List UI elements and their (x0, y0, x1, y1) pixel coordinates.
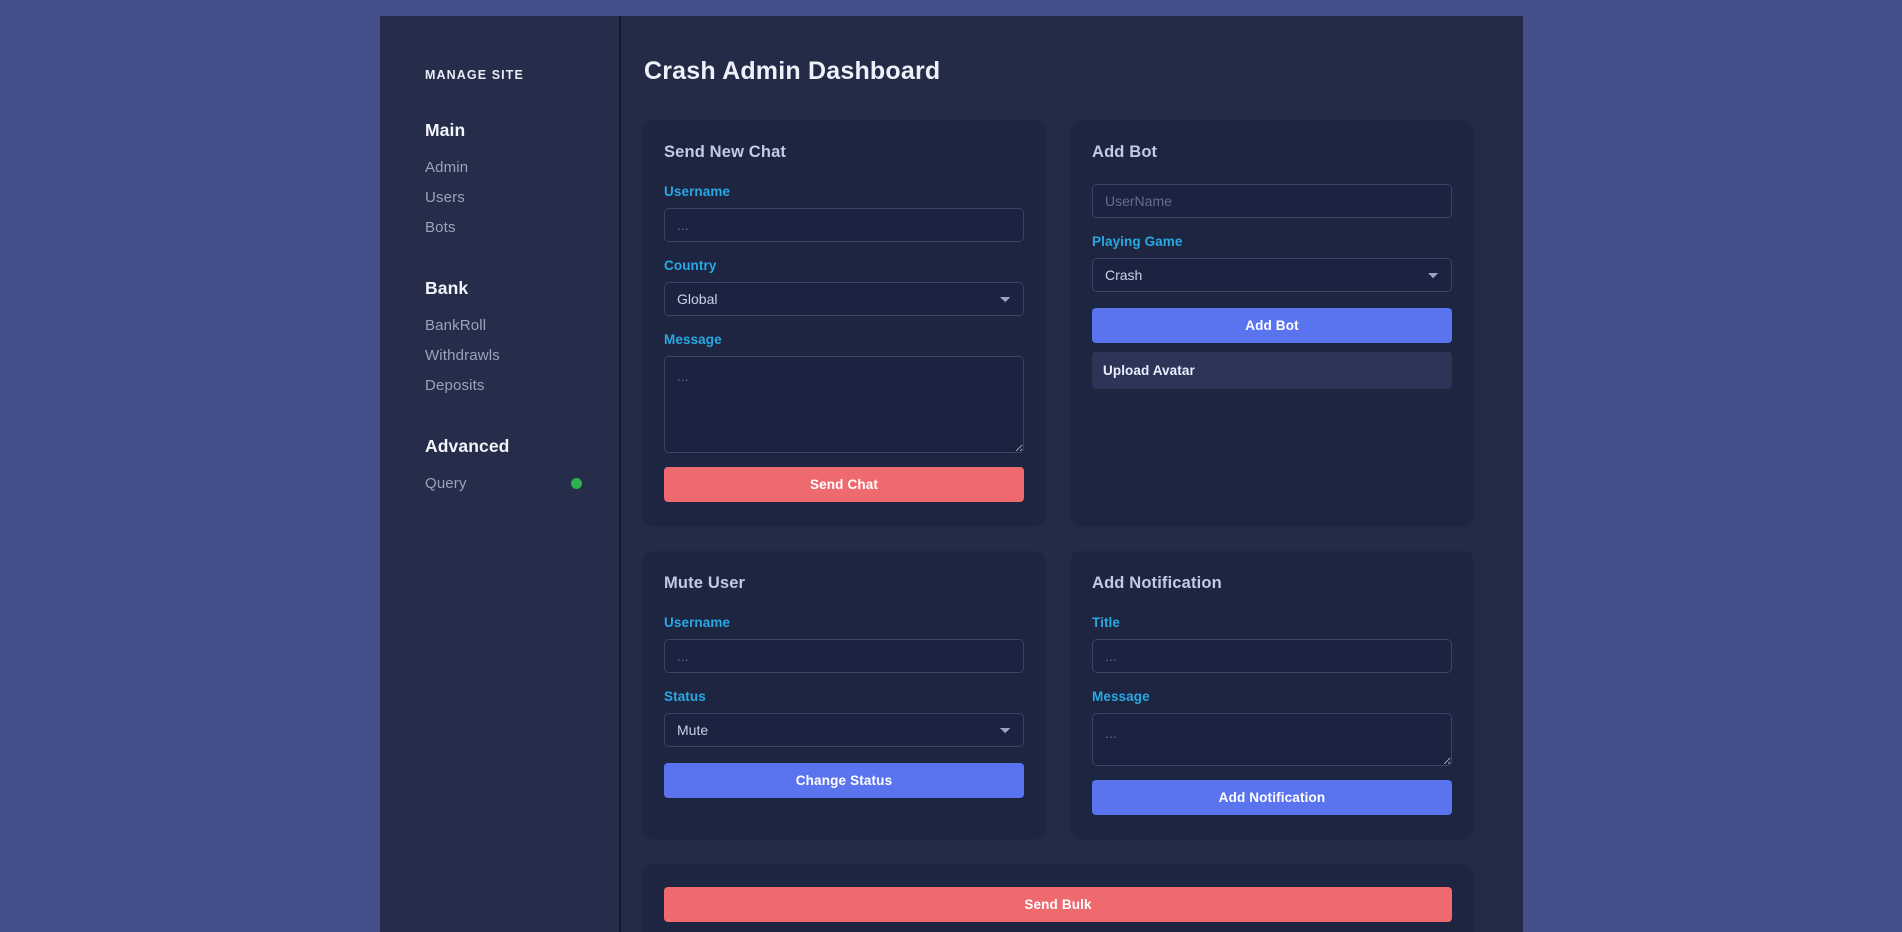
notification-message-textarea[interactable] (1092, 713, 1452, 766)
chat-username-input[interactable] (664, 208, 1024, 242)
sidebar-item-query[interactable]: Query (380, 468, 619, 498)
sidebar-item-label: Query (425, 475, 467, 492)
sidebar-item-admin[interactable]: Admin (380, 152, 619, 182)
username-label: Username (664, 615, 1024, 630)
country-select[interactable]: Global (664, 282, 1024, 316)
card-title: Send New Chat (664, 143, 1024, 162)
bot-username-input[interactable] (1092, 184, 1452, 218)
country-label: Country (664, 258, 1024, 273)
add-notification-button[interactable]: Add Notification (1092, 780, 1452, 815)
notification-title-input[interactable] (1092, 639, 1452, 673)
card-add-notification: Add Notification Title Message Add Notif… (1072, 552, 1472, 837)
add-bot-button[interactable]: Add Bot (1092, 308, 1452, 343)
upload-avatar-button[interactable]: Upload Avatar (1092, 352, 1452, 389)
sidebar-item-bankroll[interactable]: BankRoll (380, 310, 619, 340)
nav-group-advanced: Advanced Query (380, 436, 619, 498)
nav-heading-advanced: Advanced (380, 436, 619, 457)
sidebar: MANAGE SITE Main Admin Users Bots Bank B… (380, 16, 621, 932)
mute-status-select[interactable]: Mute (664, 713, 1024, 747)
send-bulk-button[interactable]: Send Bulk (664, 887, 1452, 922)
sidebar-item-users[interactable]: Users (380, 182, 619, 212)
card-send-new-chat: Send New Chat Username Country Global Me… (644, 121, 1044, 524)
brand-title: MANAGE SITE (380, 16, 619, 82)
message-label: Message (1092, 689, 1452, 704)
card-title: Mute User (664, 574, 1024, 593)
sidebar-item-label: BankRoll (425, 317, 486, 334)
card-send-bulk: Send Bulk (644, 865, 1472, 932)
sidebar-item-label: Deposits (425, 377, 485, 394)
playing-game-label: Playing Game (1092, 234, 1452, 249)
sidebar-item-label: Users (425, 189, 465, 206)
send-chat-button[interactable]: Send Chat (664, 467, 1024, 502)
cards-grid: Send New Chat Username Country Global Me… (621, 86, 1523, 932)
main-content: Crash Admin Dashboard Send New Chat User… (621, 16, 1523, 932)
nav-group-main: Main Admin Users Bots (380, 120, 619, 242)
message-label: Message (664, 332, 1024, 347)
username-label: Username (664, 184, 1024, 199)
nav-heading-main: Main (380, 120, 619, 141)
change-status-button[interactable]: Change Status (664, 763, 1024, 798)
title-label: Title (1092, 615, 1452, 630)
sidebar-item-withdrawls[interactable]: Withdrawls (380, 340, 619, 370)
status-online-dot-icon (571, 478, 582, 489)
card-title: Add Bot (1092, 143, 1452, 162)
page-title: Crash Admin Dashboard (621, 16, 1523, 86)
status-label: Status (664, 689, 1024, 704)
chat-message-textarea[interactable] (664, 356, 1024, 453)
nav-heading-bank: Bank (380, 278, 619, 299)
sidebar-item-bots[interactable]: Bots (380, 212, 619, 242)
card-mute-user: Mute User Username Status Mute Change St… (644, 552, 1044, 837)
mute-username-input[interactable] (664, 639, 1024, 673)
nav-group-bank: Bank BankRoll Withdrawls Deposits (380, 278, 619, 400)
card-add-bot: Add Bot Playing Game Crash Add Bot Uploa… (1072, 121, 1472, 524)
sidebar-item-label: Admin (425, 159, 468, 176)
sidebar-item-deposits[interactable]: Deposits (380, 370, 619, 400)
sidebar-item-label: Bots (425, 219, 456, 236)
app-window: MANAGE SITE Main Admin Users Bots Bank B… (380, 16, 1523, 932)
playing-game-select[interactable]: Crash (1092, 258, 1452, 292)
sidebar-item-label: Withdrawls (425, 347, 500, 364)
card-title: Add Notification (1092, 574, 1452, 593)
